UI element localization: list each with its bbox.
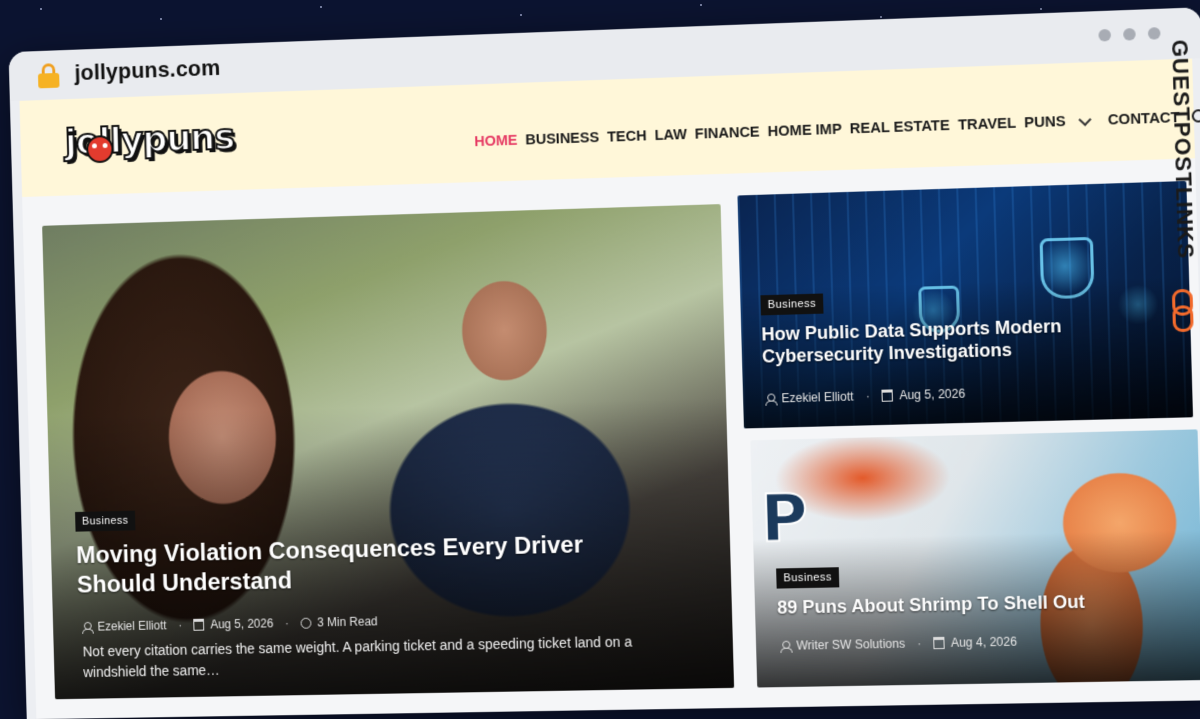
- site-logo[interactable]: jollypuns: [63, 115, 235, 176]
- window-dot-icon[interactable]: [1123, 28, 1136, 41]
- author-name[interactable]: Ezekiel Elliott: [97, 618, 166, 633]
- nav-law[interactable]: LAW: [654, 127, 687, 144]
- page-viewport: jollypuns HOME BUSINESS TECH LAW FINANCE…: [19, 58, 1200, 719]
- featured-post[interactable]: Business Moving Violation Consequences E…: [42, 204, 735, 700]
- meta-separator: ·: [284, 616, 290, 631]
- category-badge[interactable]: Business: [776, 567, 840, 589]
- side-brand-text: GUESTPOSTLINKS: [1166, 39, 1199, 260]
- author-name[interactable]: Writer SW Solutions: [796, 637, 905, 653]
- window-controls: [1098, 27, 1161, 42]
- category-badge[interactable]: Business: [75, 510, 136, 532]
- nav-home-imp[interactable]: HOME IMP: [767, 122, 842, 141]
- featured-title[interactable]: Moving Violation Consequences Every Driv…: [76, 529, 667, 600]
- nav-home[interactable]: HOME: [474, 133, 518, 150]
- post-date: Aug 4, 2026: [950, 634, 1018, 650]
- main-nav: HOME BUSINESS TECH LAW FINANCE HOME IMP …: [474, 109, 1200, 150]
- meta-separator: ·: [178, 618, 183, 633]
- read-time: 3 Min Read: [317, 614, 378, 630]
- clock-icon: [300, 617, 312, 629]
- nav-finance[interactable]: FINANCE: [695, 124, 760, 142]
- chevron-down-icon[interactable]: [1078, 113, 1092, 127]
- nav-travel[interactable]: TRAVEL: [958, 116, 1017, 134]
- side-post[interactable]: P Business 89 Puns About Shrimp To Shell…: [750, 429, 1200, 688]
- address-bar[interactable]: jollypuns.com: [74, 55, 221, 86]
- user-icon: [765, 393, 775, 404]
- browser-window: jollypuns.com jollypuns HOME BUSINESS TE…: [8, 7, 1200, 719]
- side-post[interactable]: Business How Public Data Supports Modern…: [737, 181, 1194, 429]
- window-dot-icon[interactable]: [1098, 28, 1112, 42]
- calendar-icon: [193, 618, 205, 631]
- window-dot-icon[interactable]: [1147, 27, 1161, 40]
- user-icon: [780, 640, 790, 651]
- user-icon: [82, 621, 92, 632]
- post-date: Aug 5, 2026: [210, 616, 274, 632]
- meta-separator: ·: [865, 388, 871, 404]
- nav-business[interactable]: BUSINESS: [525, 130, 599, 148]
- nav-tech[interactable]: TECH: [607, 128, 647, 145]
- side-brand: GUESTPOSTLINKS: [1156, 38, 1200, 345]
- chain-link-icon: [1172, 289, 1192, 330]
- lock-icon: [37, 63, 60, 89]
- nav-puns[interactable]: PUNS: [1024, 114, 1066, 132]
- meta-separator: ·: [916, 636, 922, 651]
- nav-real-estate[interactable]: REAL ESTATE: [850, 118, 950, 138]
- calendar-icon: [881, 389, 894, 402]
- author-name[interactable]: Ezekiel Elliott: [781, 389, 854, 405]
- calendar-icon: [933, 636, 945, 650]
- post-date: Aug 5, 2026: [899, 386, 966, 403]
- category-badge[interactable]: Business: [760, 293, 824, 316]
